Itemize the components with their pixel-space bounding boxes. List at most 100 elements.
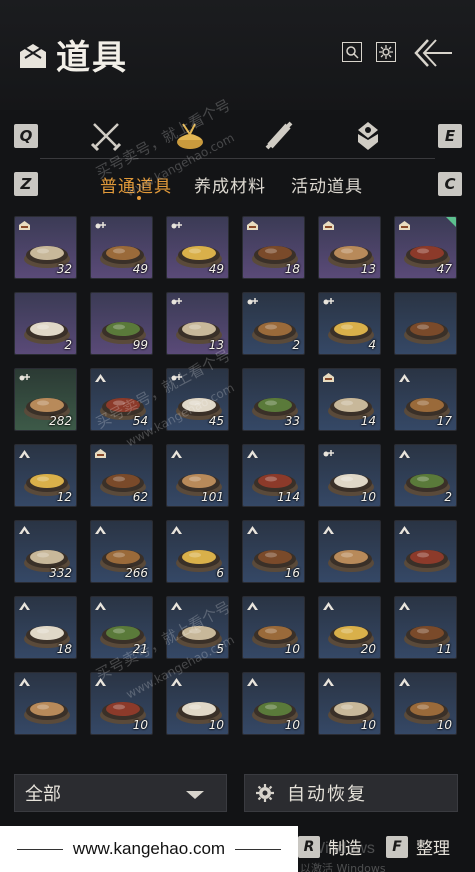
item-slot[interactable]: 10 xyxy=(394,672,457,735)
item-slot[interactable]: 114 xyxy=(242,444,305,507)
item-count: 13 xyxy=(360,262,376,276)
page-title: 道具 xyxy=(56,38,128,78)
item-count: 2 xyxy=(64,338,72,352)
item-count: 18 xyxy=(56,642,72,656)
item-slot[interactable]: 2 xyxy=(242,292,305,355)
craft-label: 制造 xyxy=(328,839,362,859)
item-slot[interactable]: 17 xyxy=(394,368,457,431)
settings-button[interactable] xyxy=(376,42,396,62)
item-slot[interactable] xyxy=(394,292,457,355)
item-slot[interactable]: 18 xyxy=(242,216,305,279)
item-slot[interactable]: 10 xyxy=(318,672,381,735)
item-slot[interactable]: 10 xyxy=(318,444,381,507)
item-slot[interactable]: 62 xyxy=(90,444,153,507)
item-grid: 32 49 49 18 13 47 2 99 13 2 4 282 54 45 33 14 17 12 62 101 1… xyxy=(14,216,464,753)
scroll-icon[interactable] xyxy=(262,118,298,154)
item-slot[interactable]: 47 xyxy=(394,216,457,279)
craft-action[interactable]: R 制造 xyxy=(298,834,362,859)
item-slot[interactable]: 266 xyxy=(90,520,153,583)
item-slot[interactable]: 16 xyxy=(242,520,305,583)
up-arrow-icon xyxy=(19,450,30,458)
item-slot[interactable]: 49 xyxy=(166,216,229,279)
drops-icon xyxy=(247,298,258,305)
filter-dropdown[interactable]: 全部 xyxy=(14,774,227,812)
house-icon xyxy=(323,221,334,230)
gem-icon[interactable] xyxy=(350,118,386,154)
item-slot[interactable]: 6 xyxy=(166,520,229,583)
item-slot[interactable]: 2 xyxy=(394,444,457,507)
filter-selected-label: 全部 xyxy=(25,784,61,805)
item-count: 11 xyxy=(436,642,452,656)
item-slot[interactable]: 10 xyxy=(242,596,305,659)
item-count: 17 xyxy=(436,414,452,428)
item-count: 4 xyxy=(368,338,376,352)
item-count: 12 xyxy=(56,490,72,504)
sort-action[interactable]: F 整理 xyxy=(386,834,450,859)
item-count: 20 xyxy=(360,642,376,656)
item-count: 14 xyxy=(360,414,376,428)
bag-icon xyxy=(20,43,46,68)
item-count: 10 xyxy=(284,718,300,732)
item-slot[interactable]: 14 xyxy=(318,368,381,431)
item-slot[interactable]: 13 xyxy=(166,292,229,355)
tab-normal-items[interactable]: 普通道具 xyxy=(100,172,172,197)
auto-recover-button[interactable]: 自动恢复 xyxy=(244,774,458,812)
item-slot[interactable]: 332 xyxy=(14,520,77,583)
search-icon xyxy=(346,46,359,59)
sort-key: F xyxy=(386,835,408,858)
item-slot[interactable]: 10 xyxy=(166,672,229,735)
item-slot[interactable]: 10 xyxy=(242,672,305,735)
item-slot[interactable]: 2 xyxy=(14,292,77,355)
item-slot[interactable] xyxy=(394,520,457,583)
category-next-key[interactable]: E xyxy=(438,124,462,148)
up-arrow-icon xyxy=(323,526,334,534)
tab-prev-key[interactable]: Z xyxy=(14,172,38,196)
item-count: 32 xyxy=(56,262,72,276)
food-icon[interactable] xyxy=(172,118,208,154)
item-slot[interactable] xyxy=(318,520,381,583)
up-arrow-icon xyxy=(247,526,258,534)
back-arrow-icon[interactable] xyxy=(410,36,454,70)
item-slot[interactable]: 33 xyxy=(242,368,305,431)
drops-icon xyxy=(19,374,30,381)
house-icon xyxy=(399,221,410,230)
item-slot[interactable]: 4 xyxy=(318,292,381,355)
item-count: 16 xyxy=(284,566,300,580)
item-slot[interactable]: 11 xyxy=(394,596,457,659)
item-slot[interactable]: 20 xyxy=(318,596,381,659)
item-slot[interactable]: 49 xyxy=(90,216,153,279)
item-slot[interactable]: 54 xyxy=(90,368,153,431)
dish-icon xyxy=(24,702,70,724)
item-slot[interactable]: 282 xyxy=(14,368,77,431)
tab-next-key[interactable]: C xyxy=(438,172,462,196)
item-slot[interactable]: 5 xyxy=(166,596,229,659)
drops-icon xyxy=(323,298,334,305)
item-count: 2 xyxy=(444,490,452,504)
item-slot[interactable]: 99 xyxy=(90,292,153,355)
up-arrow-icon xyxy=(399,526,410,534)
drops-icon xyxy=(95,222,106,229)
item-slot[interactable]: 12 xyxy=(14,444,77,507)
up-arrow-icon xyxy=(247,450,258,458)
tab-event-items[interactable]: 活动道具 xyxy=(291,172,363,197)
search-button[interactable] xyxy=(342,42,362,62)
item-slot[interactable]: 101 xyxy=(166,444,229,507)
item-slot[interactable]: 32 xyxy=(14,216,77,279)
item-slot[interactable]: 21 xyxy=(90,596,153,659)
item-slot[interactable]: 18 xyxy=(14,596,77,659)
up-arrow-icon xyxy=(323,602,334,610)
item-slot[interactable]: 13 xyxy=(318,216,381,279)
watermark-line-left xyxy=(16,848,63,850)
sort-label: 整理 xyxy=(416,839,450,859)
item-slot[interactable]: 45 xyxy=(166,368,229,431)
swords-icon[interactable] xyxy=(88,118,124,154)
item-count: 99 xyxy=(132,338,148,352)
windows-activation-subtext: 以激活 Windows xyxy=(300,862,386,872)
item-count: 266 xyxy=(125,566,148,580)
tab-growth-materials[interactable]: 养成材料 xyxy=(194,172,266,197)
item-slot[interactable] xyxy=(14,672,77,735)
item-count: 62 xyxy=(132,490,148,504)
item-count: 13 xyxy=(208,338,224,352)
category-prev-key[interactable]: Q xyxy=(14,124,38,148)
item-slot[interactable]: 10 xyxy=(90,672,153,735)
